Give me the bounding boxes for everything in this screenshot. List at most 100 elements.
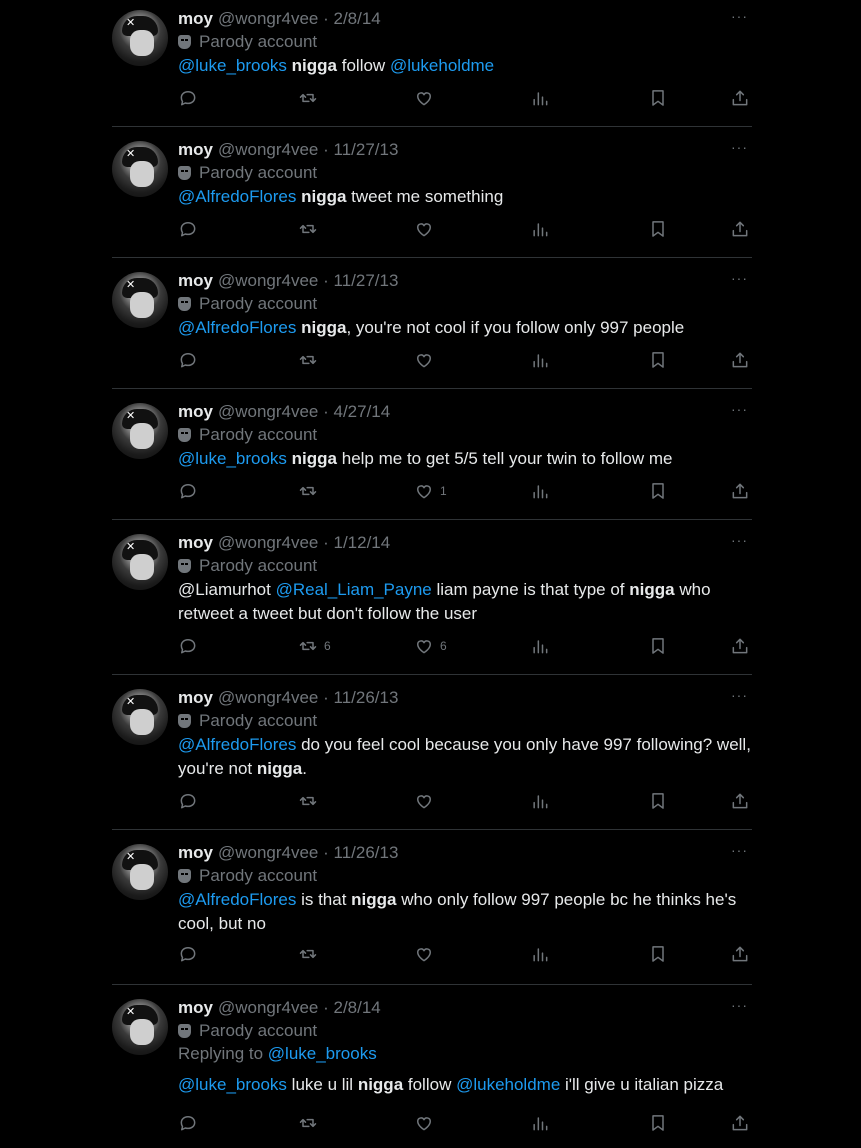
mention-link[interactable]: @luke_brooks (178, 56, 287, 75)
views-button[interactable] (530, 350, 550, 370)
mention-link[interactable]: @AlfredoFlores (178, 187, 296, 206)
handle-and-date[interactable]: @wongr4vee · 11/26/13 (218, 687, 398, 709)
handle-and-date[interactable]: @wongr4vee · 2/8/14 (218, 8, 381, 30)
views-button[interactable] (530, 636, 550, 656)
bookmark-button[interactable] (648, 219, 668, 239)
like-button[interactable] (414, 88, 440, 108)
display-name[interactable]: moy (178, 401, 213, 423)
handle-and-date[interactable]: @wongr4vee · 4/27/14 (218, 401, 390, 423)
mention-link[interactable]: @lukeholdme (456, 1075, 560, 1094)
share-button[interactable] (730, 944, 750, 964)
avatar[interactable]: ✕ (112, 272, 168, 328)
retweet-button[interactable] (298, 1113, 324, 1133)
parody-label: Parody account (178, 293, 752, 315)
views-button[interactable] (530, 481, 550, 501)
like-button[interactable] (414, 219, 440, 239)
like-button[interactable]: 1 (414, 481, 447, 501)
tweet[interactable]: ✕ moy @wongr4vee · 11/27/13 Parody account @… (112, 258, 752, 389)
views-button[interactable] (530, 88, 550, 108)
share-button[interactable] (730, 350, 750, 370)
avatar[interactable]: ✕ (112, 534, 168, 590)
bookmark-button[interactable] (648, 791, 668, 811)
like-button[interactable] (414, 1113, 440, 1133)
mention-link[interactable]: @AlfredoFlores (178, 318, 296, 337)
display-name[interactable]: moy (178, 842, 213, 864)
like-button[interactable] (414, 350, 440, 370)
display-name[interactable]: moy (178, 532, 213, 554)
bookmark-button[interactable] (648, 944, 668, 964)
retweet-button[interactable]: 6 (298, 636, 331, 656)
handle-and-date[interactable]: @wongr4vee · 11/27/13 (218, 139, 398, 161)
retweet-button[interactable] (298, 88, 324, 108)
tweet[interactable]: ✕ moy @wongr4vee · 11/26/13 Parody account @… (112, 675, 752, 830)
avatar[interactable]: ✕ (112, 10, 168, 66)
retweet-button[interactable] (298, 944, 324, 964)
handle-and-date[interactable]: @wongr4vee · 2/8/14 (218, 997, 381, 1019)
more-options-icon[interactable]: ··· (731, 270, 748, 286)
tweet[interactable]: ✕ moy @wongr4vee · 2/8/14 Parody account @lu… (112, 0, 752, 127)
views-button[interactable] (530, 944, 550, 964)
display-name[interactable]: moy (178, 997, 213, 1019)
share-button[interactable] (730, 636, 750, 656)
reply-button[interactable] (178, 791, 198, 811)
reply-button[interactable] (178, 1113, 198, 1133)
bookmark-button[interactable] (648, 350, 668, 370)
reply-button[interactable] (178, 88, 198, 108)
reply-button[interactable] (178, 636, 198, 656)
share-button[interactable] (730, 88, 750, 108)
handle-and-date[interactable]: @wongr4vee · 11/27/13 (218, 270, 398, 292)
tweet[interactable]: ✕ moy @wongr4vee · 11/26/13 Parody account @… (112, 830, 752, 985)
reply-button[interactable] (178, 219, 198, 239)
handle-and-date[interactable]: @wongr4vee · 11/26/13 (218, 842, 398, 864)
reply-button[interactable] (178, 944, 198, 964)
like-button[interactable]: 6 (414, 636, 447, 656)
handle-and-date[interactable]: @wongr4vee · 1/12/14 (218, 532, 390, 554)
display-name[interactable]: moy (178, 687, 213, 709)
bookmark-button[interactable] (648, 1113, 668, 1133)
display-name[interactable]: moy (178, 139, 213, 161)
tweet[interactable]: ✕ moy @wongr4vee · 1/12/14 Parody account @L… (112, 520, 752, 675)
more-options-icon[interactable]: ··· (731, 997, 748, 1013)
mention-link[interactable]: @AlfredoFlores (178, 890, 296, 909)
share-button[interactable] (730, 219, 750, 239)
views-button[interactable] (530, 219, 550, 239)
more-options-icon[interactable]: ··· (731, 139, 748, 155)
avatar[interactable]: ✕ (112, 403, 168, 459)
views-button[interactable] (530, 1113, 550, 1133)
retweet-button[interactable] (298, 219, 324, 239)
like-button[interactable] (414, 791, 440, 811)
mention-link[interactable]: @Real_Liam_Payne (276, 580, 432, 599)
share-button[interactable] (730, 1113, 750, 1133)
tweet[interactable]: ✕ moy @wongr4vee · 11/27/13 Parody account @… (112, 127, 752, 258)
views-button[interactable] (530, 791, 550, 811)
replying-handle[interactable]: @luke_brooks (268, 1044, 377, 1063)
more-options-icon[interactable]: ··· (731, 532, 748, 548)
mention-link[interactable]: @luke_brooks (178, 1075, 287, 1094)
tweet[interactable]: ✕ moy @wongr4vee · 4/27/14 Parody account @l… (112, 389, 752, 520)
mention-link[interactable]: @AlfredoFlores (178, 735, 296, 754)
more-options-icon[interactable]: ··· (731, 401, 748, 417)
retweet-button[interactable] (298, 481, 324, 501)
avatar[interactable]: ✕ (112, 844, 168, 900)
display-name[interactable]: moy (178, 270, 213, 292)
like-button[interactable] (414, 944, 440, 964)
reply-button[interactable] (178, 481, 198, 501)
retweet-button[interactable] (298, 791, 324, 811)
more-options-icon[interactable]: ··· (731, 842, 748, 858)
retweet-button[interactable] (298, 350, 324, 370)
bookmark-button[interactable] (648, 636, 668, 656)
avatar[interactable]: ✕ (112, 141, 168, 197)
share-button[interactable] (730, 791, 750, 811)
more-options-icon[interactable]: ··· (731, 687, 748, 703)
reply-button[interactable] (178, 350, 198, 370)
more-options-icon[interactable]: ··· (731, 8, 748, 24)
mention-link[interactable]: @luke_brooks (178, 449, 287, 468)
mention-link[interactable]: @lukeholdme (390, 56, 494, 75)
avatar[interactable]: ✕ (112, 689, 168, 745)
avatar[interactable]: ✕ (112, 999, 168, 1055)
share-button[interactable] (730, 481, 750, 501)
bookmark-button[interactable] (648, 88, 668, 108)
bookmark-button[interactable] (648, 481, 668, 501)
display-name[interactable]: moy (178, 8, 213, 30)
tweet[interactable]: ✕ moy @wongr4vee · 2/8/14 Parody account Rep… (112, 985, 752, 1148)
